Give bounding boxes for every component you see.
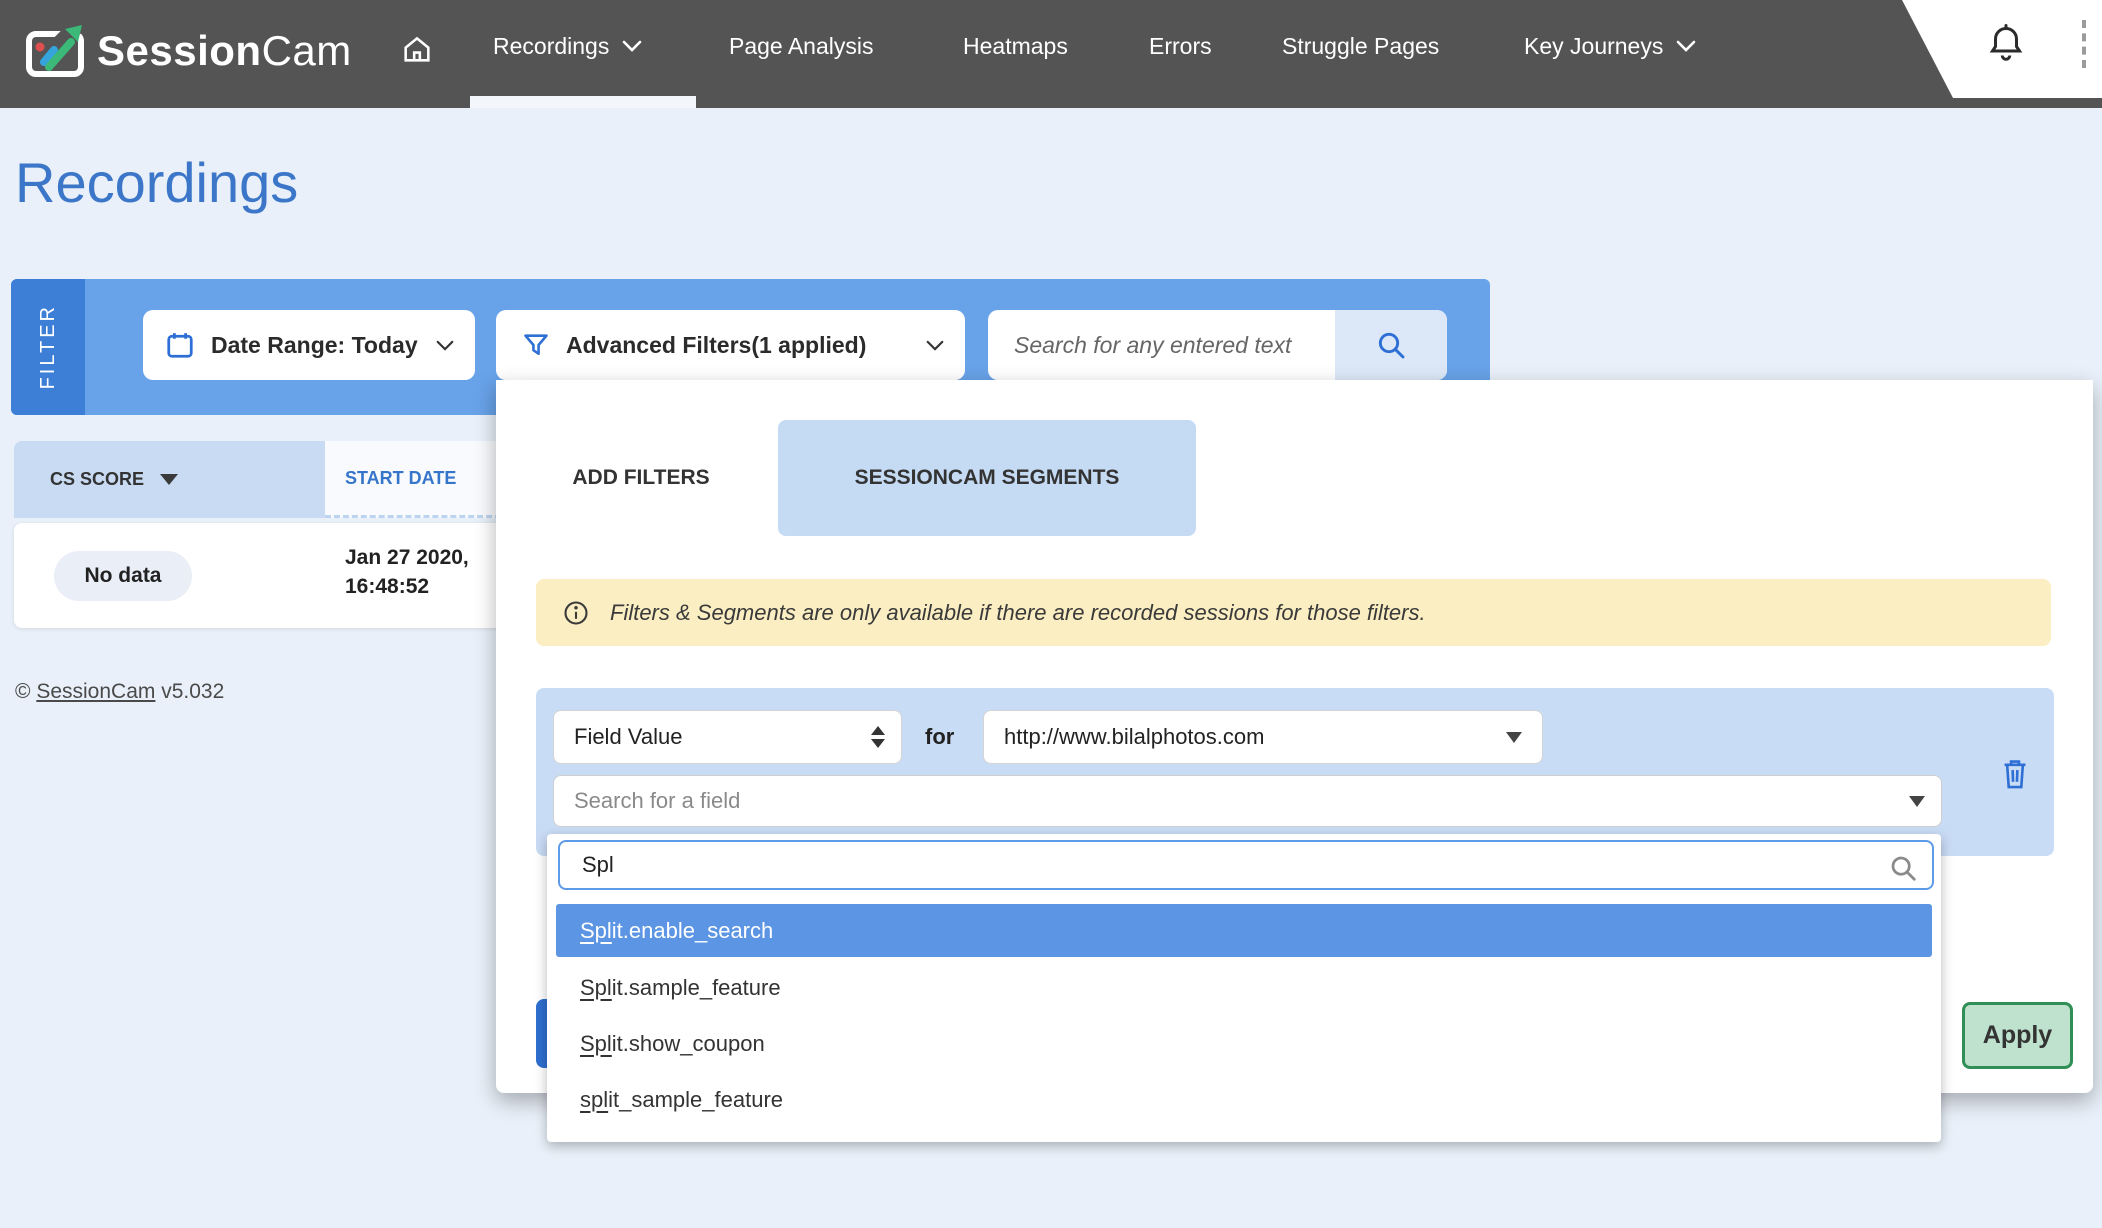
nav-item-label: Errors xyxy=(1149,30,1212,62)
nav-item-label: Heatmaps xyxy=(963,30,1068,62)
recordings-table-header: CS SCORE START DATE xyxy=(14,441,510,518)
start-date-value: Jan 27 2020, 16:48:52 xyxy=(345,543,469,601)
chevron-down-icon xyxy=(1675,39,1697,53)
active-nav-indicator xyxy=(470,96,696,108)
field-query-value: Spl xyxy=(582,852,614,878)
nav-item-label: Page Analysis xyxy=(729,30,873,62)
search-button[interactable] xyxy=(1335,310,1447,380)
add-filters-tab-label: ADD FILTERS xyxy=(572,466,709,490)
column-header-cs-score[interactable]: CS SCORE xyxy=(14,441,325,518)
nav-item-label: Key Journeys xyxy=(1524,30,1663,62)
trash-icon xyxy=(1999,757,2031,791)
nav-item-errors[interactable]: Errors xyxy=(1149,30,1212,62)
info-banner-text: Filters & Segments are only available if… xyxy=(610,600,1426,626)
more-menu-icon[interactable] xyxy=(2082,20,2086,68)
date-range-label: Date Range: Today xyxy=(211,332,418,359)
advanced-filters-panel: ADD FILTERS SESSIONCAM SEGMENTS Filters … xyxy=(496,380,2093,1093)
nav-corner-cutout xyxy=(1896,0,2102,98)
field-option-split-enable-search[interactable]: Split.enable_search xyxy=(556,904,1932,957)
segments-tab-label: SESSIONCAM SEGMENTS xyxy=(855,466,1120,490)
field-option-split-show-coupon[interactable]: Split.show_coupon xyxy=(556,1017,1932,1070)
notifications-bell-icon[interactable] xyxy=(1988,24,2024,66)
logo-text: SessionCam xyxy=(97,27,352,75)
spinner-arrows-icon xyxy=(871,726,885,748)
start-date-header-label: START DATE xyxy=(345,468,456,489)
nav-item-recordings[interactable]: Recordings xyxy=(493,30,643,62)
logo[interactable]: SessionCam xyxy=(25,16,352,86)
field-type-select[interactable]: Field Value xyxy=(553,710,902,764)
field-query-input[interactable]: Spl xyxy=(558,840,1934,890)
table-row[interactable]: No data Jan 27 2020, 16:48:52 xyxy=(14,523,510,628)
site-select[interactable]: http://www.bilalphotos.com xyxy=(983,710,1543,764)
cs-score-badge: No data xyxy=(54,551,192,601)
site-value: http://www.bilalphotos.com xyxy=(1004,724,1264,750)
date-range-button[interactable]: Date Range: Today xyxy=(143,310,475,380)
advanced-filters-label: Advanced Filters(1 applied) xyxy=(566,332,866,359)
info-icon xyxy=(562,599,590,627)
filter-tab-label: FILTER xyxy=(37,304,60,389)
dropdown-caret-icon xyxy=(1506,732,1522,743)
for-label: for xyxy=(925,710,954,764)
field-type-value: Field Value xyxy=(574,724,682,750)
home-icon[interactable] xyxy=(400,32,434,66)
nav-item-key-journeys[interactable]: Key Journeys xyxy=(1524,30,1697,62)
nav-bar: SessionCam Recordings Page Analysis Heat… xyxy=(0,0,2102,108)
app-root: SessionCam Recordings Page Analysis Heat… xyxy=(0,0,2102,1228)
search-placeholder: Search for any entered text xyxy=(988,332,1291,359)
sessioncam-link[interactable]: SessionCam xyxy=(36,680,155,703)
search-icon xyxy=(1888,853,1918,883)
nav-item-heatmaps[interactable]: Heatmaps xyxy=(963,30,1068,62)
advanced-filters-button[interactable]: Advanced Filters(1 applied) xyxy=(496,310,965,380)
info-banner: Filters & Segments are only available if… xyxy=(536,579,2051,646)
apply-button-label: Apply xyxy=(1983,1021,2052,1050)
chevron-down-icon xyxy=(621,39,643,53)
field-options-dropdown: Spl Split.enable_search Split.sample_fea… xyxy=(547,834,1941,1142)
apply-button[interactable]: Apply xyxy=(1962,1002,2073,1069)
chevron-down-icon xyxy=(925,339,945,352)
nav-item-page-analysis[interactable]: Page Analysis xyxy=(729,30,873,62)
nav-item-struggle-pages[interactable]: Struggle Pages xyxy=(1282,30,1439,62)
funnel-icon xyxy=(522,331,550,359)
page-title: Recordings xyxy=(15,150,298,215)
logo-icon xyxy=(25,20,85,82)
cs-score-header-label: CS SCORE xyxy=(50,469,144,490)
field-option-split-sample-feature[interactable]: Split.sample_feature xyxy=(556,961,1932,1014)
copyright: © SessionCam v5.032 xyxy=(15,680,224,704)
tab-sessioncam-segments[interactable]: SESSIONCAM SEGMENTS xyxy=(778,420,1196,536)
field-search-placeholder: Search for a field xyxy=(574,788,740,814)
chevron-down-icon xyxy=(435,339,455,352)
filter-condition-row: Field Value for http://www.bilalphotos.c… xyxy=(536,688,2054,856)
nav-item-label: Recordings xyxy=(493,30,609,62)
delete-filter-button[interactable] xyxy=(1995,754,2035,794)
sort-desc-icon xyxy=(160,474,178,485)
filter-side-tab[interactable]: FILTER xyxy=(11,279,85,415)
dropdown-caret-icon xyxy=(1909,796,1925,807)
column-header-start-date[interactable]: START DATE xyxy=(325,441,510,518)
nav-item-label: Struggle Pages xyxy=(1282,30,1439,62)
search-icon xyxy=(1375,329,1407,361)
tab-add-filters[interactable]: ADD FILTERS xyxy=(546,420,736,536)
field-search-combobox[interactable]: Search for a field xyxy=(553,775,1942,827)
calendar-icon xyxy=(165,330,195,360)
text-search-input[interactable]: Search for any entered text xyxy=(988,310,1447,380)
field-option-split-sample-feature-2[interactable]: split_sample_feature xyxy=(556,1073,1932,1126)
